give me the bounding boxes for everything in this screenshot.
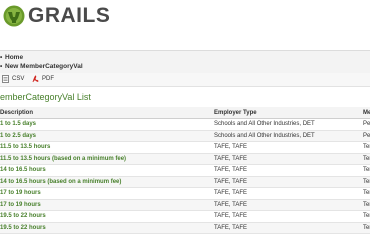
description-link[interactable]: 14 to 16.5 hours xyxy=(0,164,212,177)
member-cell: Ter xyxy=(360,199,370,211)
export-pdf-button[interactable]: PDF xyxy=(32,75,54,83)
member-category-table: Description Employer Type Me 1 to 1.5 da… xyxy=(0,107,370,234)
description-link[interactable]: 19.5 to 22 hours xyxy=(0,210,212,223)
description-link[interactable]: 11.5 to 13.5 hours (based on a minimum f… xyxy=(0,153,212,165)
employer-type-cell: Schools and All Other Industries, DET xyxy=(212,130,360,142)
page-title: emberCategoryVal List xyxy=(0,92,91,102)
logo-text: GRAILS xyxy=(28,4,111,27)
column-header-description[interactable]: Description xyxy=(0,107,212,119)
description-link[interactable]: 14 to 16.5 hours (based on a minimum fee… xyxy=(0,176,212,188)
employer-type-cell: TAFE, TAFE xyxy=(212,153,360,165)
description-link[interactable]: 11.5 to 13.5 hours xyxy=(0,141,212,154)
member-cell: Ter xyxy=(360,153,370,165)
employer-type-cell: TAFE, TAFE xyxy=(212,199,360,211)
member-cell: Per xyxy=(360,130,370,142)
table-row: 19.5 to 22 hours TAFE, TAFE Ter xyxy=(0,222,370,234)
column-header-member[interactable]: Me xyxy=(360,107,370,119)
member-cell: Ter xyxy=(360,222,370,234)
table-header-row: Description Employer Type Me xyxy=(0,107,370,119)
table-row: 17 to 19 hours TAFE, TAFE Ter xyxy=(0,199,370,211)
nav-new-link[interactable]: • New MemberCategoryVal xyxy=(0,63,83,70)
table-row: 11.5 to 13.5 hours TAFE, TAFE Ter xyxy=(0,141,370,154)
column-header-employer-type[interactable]: Employer Type xyxy=(212,107,360,119)
table-row: 14 to 16.5 hours (based on a minimum fee… xyxy=(0,176,370,188)
export-csv-button[interactable]: CSV xyxy=(2,75,24,83)
nav-home-label: Home xyxy=(5,54,24,61)
employer-type-cell: TAFE, TAFE xyxy=(212,187,360,200)
employer-type-cell: TAFE, TAFE xyxy=(212,222,360,234)
nav-new-label: New MemberCategoryVal xyxy=(5,63,83,70)
table-row: 19.5 to 22 hours TAFE, TAFE Ter xyxy=(0,210,370,223)
employer-type-cell: TAFE, TAFE xyxy=(212,164,360,177)
table-row: 14 to 16.5 hours TAFE, TAFE Ter xyxy=(0,164,370,177)
member-cell: Ter xyxy=(360,176,370,188)
table-row: 11.5 to 13.5 hours (based on a minimum f… xyxy=(0,153,370,165)
nav-home-link[interactable]: • Home xyxy=(0,54,23,61)
description-link[interactable]: 19.5 to 22 hours xyxy=(0,222,212,234)
description-link[interactable]: 17 to 19 hours xyxy=(0,187,212,200)
skip-bar: ip xyxy=(0,34,370,79)
member-cell: Ter xyxy=(360,210,370,223)
pdf-label: PDF xyxy=(42,76,54,82)
table-row: 1 to 1.5 days Schools and All Other Indu… xyxy=(0,118,370,131)
employer-type-cell: TAFE, TAFE xyxy=(212,141,360,154)
member-cell: Ter xyxy=(360,141,370,154)
csv-label: CSV xyxy=(12,76,25,82)
table-row: 1 to 2.5 days Schools and All Other Indu… xyxy=(0,130,370,142)
app-header: GRAILS xyxy=(0,0,370,34)
nav-bar: • Home • New MemberCategoryVal xyxy=(0,50,370,74)
member-cell: Pen xyxy=(360,118,370,131)
grails-logo-icon xyxy=(3,5,25,27)
description-link[interactable]: 17 to 19 hours xyxy=(0,199,212,211)
employer-type-cell: TAFE, TAFE xyxy=(212,176,360,188)
member-cell: Ter xyxy=(360,187,370,200)
grails-logo[interactable]: GRAILS xyxy=(3,4,110,28)
employer-type-cell: TAFE, TAFE xyxy=(212,210,360,223)
csv-file-icon xyxy=(2,75,9,83)
employer-type-cell: Schools and All Other Industries, DET xyxy=(212,118,360,131)
pdf-file-icon xyxy=(32,75,39,83)
description-link[interactable]: 1 to 2.5 days xyxy=(0,130,212,142)
member-cell: Ter xyxy=(360,164,370,177)
description-link[interactable]: 1 to 1.5 days xyxy=(0,118,212,131)
table-row: 17 to 19 hours TAFE, TAFE Ter xyxy=(0,187,370,200)
export-toolbar: CSV PDF xyxy=(0,73,370,87)
